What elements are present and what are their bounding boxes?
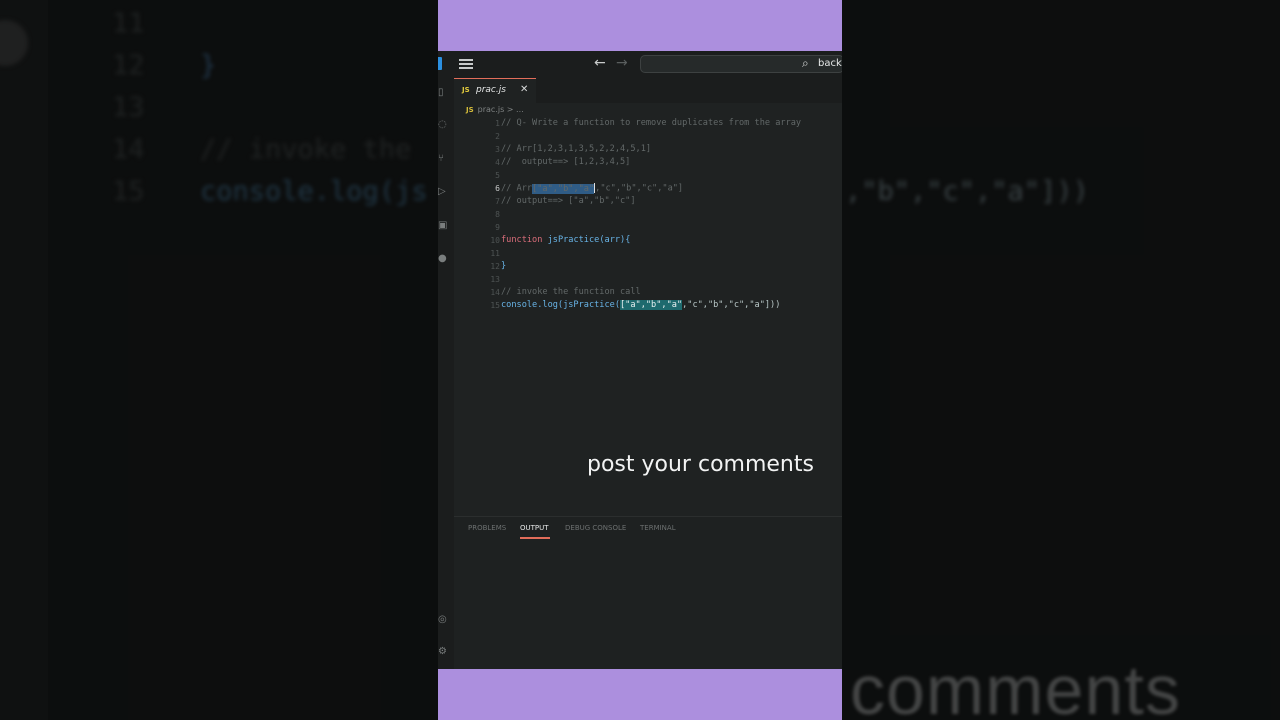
- line-number: 13: [490, 275, 500, 284]
- line-number: 3: [495, 145, 500, 154]
- breadcrumb-path: prac.js > ...: [477, 105, 524, 114]
- code-string: ,"c","b","c","a"])): [682, 300, 781, 310]
- remote-icon[interactable]: ●: [438, 254, 447, 264]
- code-line-6: // Arr["a","b","a","c","b","c","a"]: [501, 183, 683, 194]
- js-file-icon: JS: [462, 86, 470, 94]
- search-icon: ⌕: [802, 56, 809, 70]
- command-center-search[interactable]: [640, 55, 842, 73]
- code-comment: "c"]: [614, 196, 636, 206]
- code-line-15: console.log(jsPractice(["a","b","a","c",…: [501, 300, 780, 310]
- line-number: 7: [495, 197, 500, 206]
- line-number: 5: [495, 171, 500, 180]
- find-match-highlight: ["a","b","a": [620, 300, 683, 310]
- code-line-12: }: [501, 261, 507, 271]
- line-number: 4: [495, 158, 500, 167]
- vscode-logo-icon: [438, 57, 442, 70]
- active-tab-indicator: [520, 537, 550, 539]
- code-function-name: jsPractice: [547, 235, 600, 245]
- account-icon[interactable]: ◎: [438, 615, 447, 625]
- run-debug-icon[interactable]: ▷: [438, 187, 447, 197]
- code-line-3: // Arr[1,2,3,1,3,5,2,2,4,5,1]: [501, 144, 652, 154]
- code-line-7: // output==> ["a","b","c"]: [501, 196, 636, 206]
- search-view-icon[interactable]: ◌: [438, 120, 447, 130]
- source-control-icon[interactable]: ⑂: [438, 154, 447, 164]
- code-line-14: // invoke the function call: [501, 287, 641, 297]
- tab-problems[interactable]: PROBLEMS: [468, 524, 506, 532]
- gear-icon[interactable]: ⚙: [438, 647, 447, 657]
- activity-bar: [438, 78, 454, 669]
- code-line-10: function jsPractice(arr){: [501, 235, 630, 245]
- video-frame: ← → ⌕ back ▯ ◌ ⑂ ▷ ▣ ● ◎ ⚙ JS prac.js ✕ …: [438, 0, 842, 720]
- line-number-active: 6: [495, 184, 500, 193]
- video-caption: post your comments: [587, 452, 814, 477]
- line-number: 2: [495, 132, 500, 141]
- arrow-left-icon[interactable]: ←: [594, 55, 606, 71]
- breadcrumb[interactable]: JS prac.js > ...: [466, 105, 524, 114]
- code-line-4: // output==> [1,2,3,4,5]: [501, 157, 631, 167]
- bottom-panel: [454, 517, 842, 669]
- selection-highlight: ["a","b","a": [532, 183, 595, 194]
- line-number: 15: [490, 301, 500, 310]
- js-file-icon: JS: [466, 106, 474, 114]
- code-comment: // Arr: [501, 183, 533, 194]
- tab-terminal[interactable]: TERMINAL: [640, 524, 676, 532]
- line-number: 12: [490, 262, 500, 271]
- line-number: 9: [495, 223, 500, 232]
- line-number: 10: [490, 236, 500, 245]
- extensions-icon[interactable]: ▣: [438, 221, 447, 231]
- code-keyword: function: [501, 235, 543, 245]
- top-band: [438, 0, 842, 51]
- explorer-icon[interactable]: ▯: [438, 88, 447, 98]
- code-params: (arr){: [599, 235, 631, 245]
- menu-icon[interactable]: [459, 59, 473, 69]
- code-comment: ,"c","b","c","a"]: [595, 183, 684, 194]
- arrow-right-icon[interactable]: →: [616, 55, 628, 71]
- code-call: console.log(jsPractice(: [501, 300, 620, 310]
- search-label: back: [818, 58, 842, 69]
- tab-label: prac.js: [476, 85, 506, 95]
- bottom-band: [438, 669, 842, 720]
- line-number: 11: [490, 249, 500, 258]
- code-line-1: // Q- Write a function to remove duplica…: [501, 118, 802, 128]
- line-number: 14: [490, 288, 500, 297]
- tab-prac-js[interactable]: JS prac.js ✕: [454, 78, 536, 103]
- line-number: 1: [495, 119, 500, 128]
- tab-debug-console[interactable]: DEBUG CONSOLE: [565, 524, 626, 532]
- line-number: 8: [495, 210, 500, 219]
- close-icon[interactable]: ✕: [520, 84, 528, 95]
- tab-output[interactable]: OUTPUT: [520, 524, 549, 532]
- code-comment: // output==> ["a","b",: [501, 196, 615, 206]
